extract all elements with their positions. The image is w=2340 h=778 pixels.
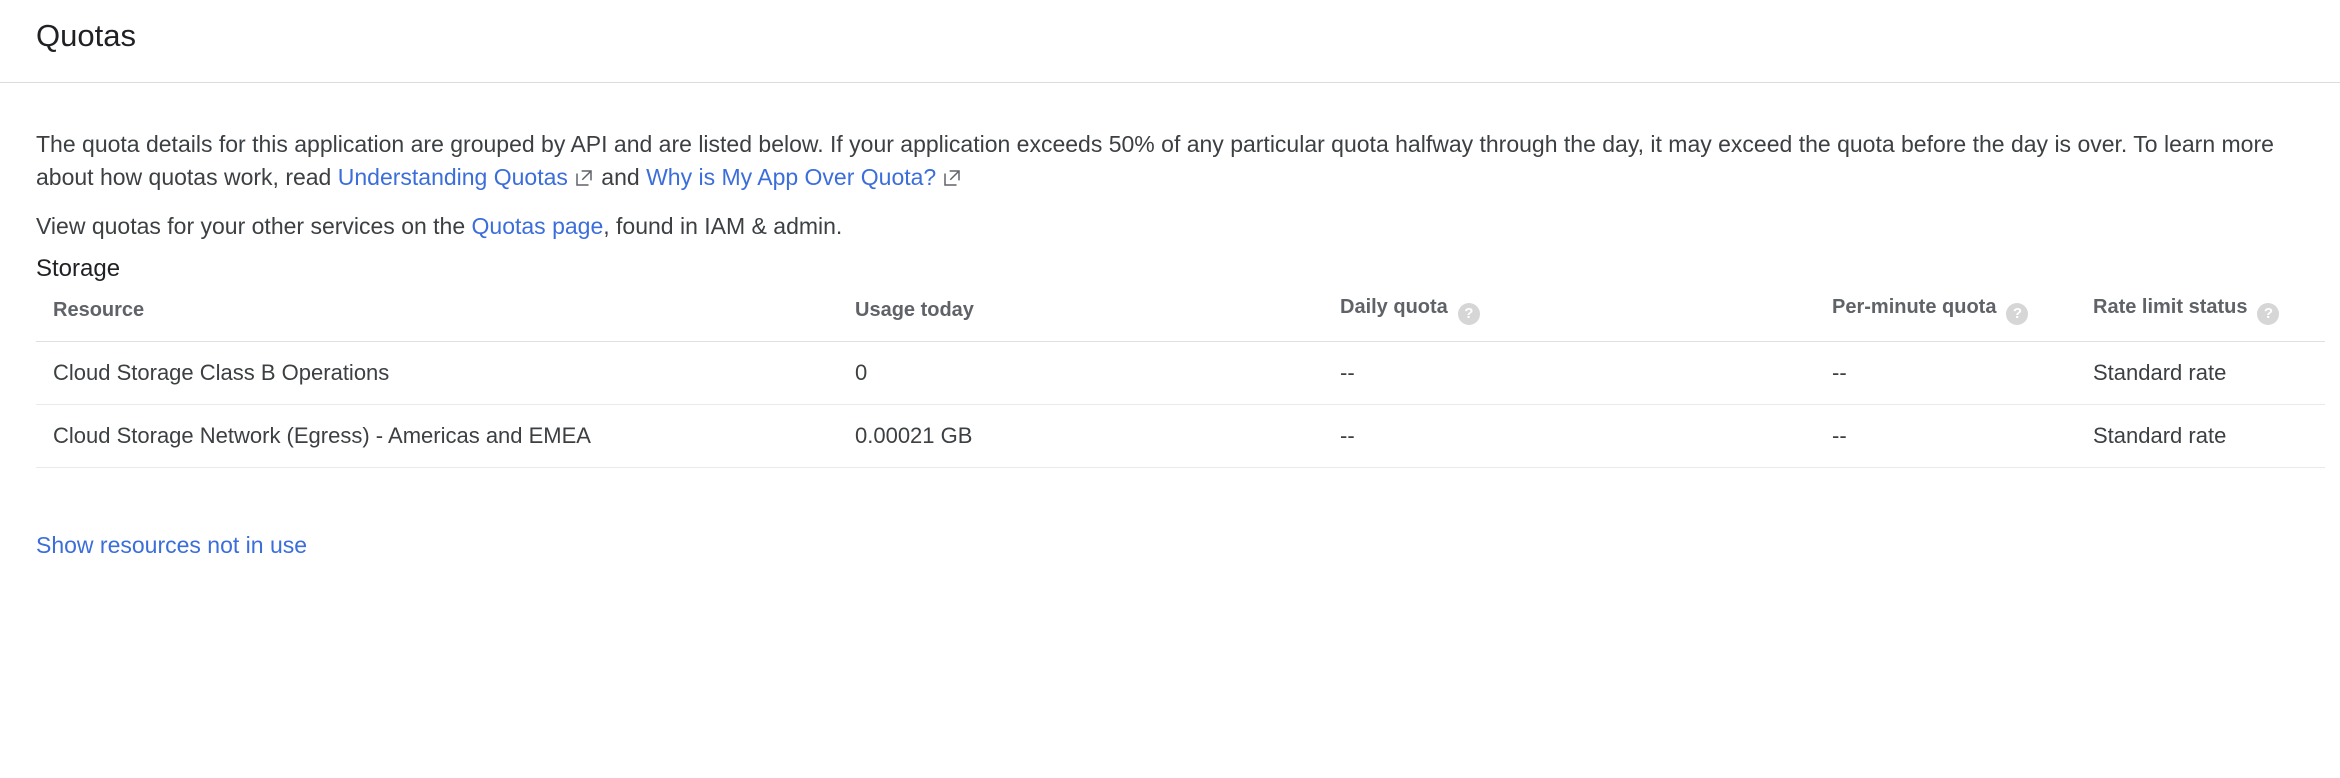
understanding-quotas-link[interactable]: Understanding Quotas xyxy=(338,164,568,190)
intro-text-between: and xyxy=(595,164,646,190)
page-title: Quotas xyxy=(36,16,136,56)
cell-daily-quota: -- xyxy=(1340,342,1832,405)
external-link-icon xyxy=(943,169,961,187)
column-header-usage-today: Usage today xyxy=(855,293,1340,342)
column-header-label: Usage today xyxy=(855,299,974,321)
table-row: Cloud Storage Class B Operations 0 -- --… xyxy=(36,342,2325,405)
column-header-daily-quota: Daily quota? xyxy=(1340,293,1832,342)
other-services-text-part1: View quotas for your other services on t… xyxy=(36,213,472,239)
other-services-text-part2: , found in IAM & admin. xyxy=(603,213,842,239)
help-circle-icon[interactable]: ? xyxy=(2257,303,2279,325)
quota-table-body: Cloud Storage Class B Operations 0 -- --… xyxy=(36,342,2325,468)
quotas-page: Quotas The quota details for this applic… xyxy=(0,0,2340,778)
cell-per-minute-quota: -- xyxy=(1832,405,2093,468)
column-header-resource: Resource xyxy=(36,293,855,342)
page-header: Quotas xyxy=(0,0,2340,83)
cell-rate-limit-status: Standard rate xyxy=(2093,405,2325,468)
external-link-icon xyxy=(575,169,593,187)
column-header-rate-limit-status: Rate limit status? xyxy=(2093,293,2325,342)
why-is-my-app-over-quota-link[interactable]: Why is My App Over Quota? xyxy=(646,164,936,190)
column-header-label: Rate limit status xyxy=(2093,296,2247,318)
quota-table: Resource Usage today Daily quota? Per-mi… xyxy=(36,293,2325,468)
table-row: Cloud Storage Network (Egress) - America… xyxy=(36,405,2325,468)
cell-resource: Cloud Storage Class B Operations xyxy=(36,342,855,405)
column-header-label: Daily quota xyxy=(1340,296,1448,318)
column-header-per-minute-quota: Per-minute quota? xyxy=(1832,293,2093,342)
quotas-page-link[interactable]: Quotas page xyxy=(472,213,604,239)
quota-table-head: Resource Usage today Daily quota? Per-mi… xyxy=(36,293,2325,342)
cell-rate-limit-status: Standard rate xyxy=(2093,342,2325,405)
column-header-label: Resource xyxy=(53,299,144,321)
cell-usage-today: 0.00021 GB xyxy=(855,405,1340,468)
show-resources-not-in-use-link[interactable]: Show resources not in use xyxy=(36,530,307,560)
table-header-row: Resource Usage today Daily quota? Per-mi… xyxy=(36,293,2325,342)
help-circle-icon[interactable]: ? xyxy=(2006,303,2028,325)
help-circle-icon[interactable]: ? xyxy=(1458,303,1480,325)
cell-resource: Cloud Storage Network (Egress) - America… xyxy=(36,405,855,468)
intro-paragraph: The quota details for this application a… xyxy=(36,128,2304,194)
cell-per-minute-quota: -- xyxy=(1832,342,2093,405)
column-header-label: Per-minute quota xyxy=(1832,296,1996,318)
cell-usage-today: 0 xyxy=(855,342,1340,405)
section-heading-storage: Storage xyxy=(36,253,120,285)
other-services-paragraph: View quotas for your other services on t… xyxy=(36,210,2304,243)
cell-daily-quota: -- xyxy=(1340,405,1832,468)
